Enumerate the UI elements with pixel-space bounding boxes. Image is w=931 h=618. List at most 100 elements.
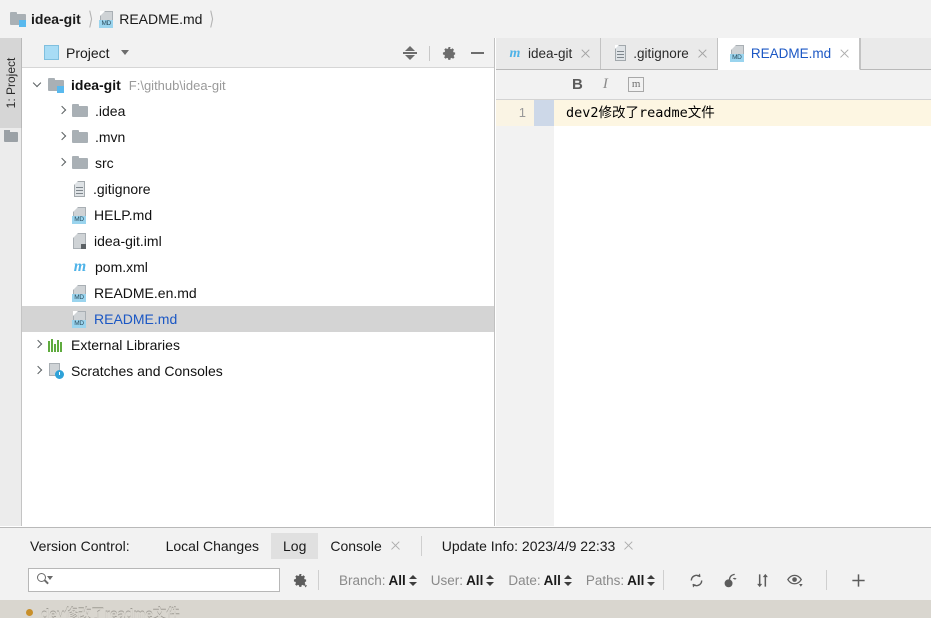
italic-button[interactable]: I bbox=[603, 76, 608, 93]
tree-row-label: pom.xml bbox=[95, 259, 148, 275]
tree-row-label: .idea bbox=[95, 103, 126, 119]
tab-label: Console bbox=[330, 537, 382, 554]
spinner-icon bbox=[408, 574, 417, 587]
filter-paths[interactable]: Paths: All bbox=[586, 573, 656, 588]
minimize-icon bbox=[470, 52, 484, 54]
filter-value: All bbox=[543, 572, 561, 588]
tool-window-button-project[interactable]: 1: Project bbox=[0, 38, 22, 128]
tree-row-label: README.md bbox=[94, 311, 178, 327]
tab-readme-md[interactable]: MD README.md bbox=[717, 38, 861, 70]
bold-button[interactable]: B bbox=[572, 76, 583, 93]
filter-label: Branch: bbox=[339, 572, 386, 588]
toolbar-divider bbox=[429, 45, 430, 61]
chevron-right-icon[interactable] bbox=[56, 157, 68, 169]
search-field[interactable] bbox=[57, 571, 279, 589]
filter-user[interactable]: User: All bbox=[431, 573, 495, 588]
tree-row-label: .mvn bbox=[95, 129, 126, 145]
tree-row-help-md[interactable]: MD HELP.md bbox=[22, 202, 494, 228]
tree-row-mvn[interactable]: .mvn bbox=[22, 124, 494, 150]
close-icon[interactable] bbox=[623, 540, 634, 551]
tab-local-changes[interactable]: Local Changes bbox=[154, 533, 271, 559]
tab-label: .gitignore bbox=[633, 46, 689, 61]
folder-icon bbox=[72, 156, 88, 170]
editor-text-area[interactable]: 1 dev2修改了readme文件 bbox=[496, 100, 931, 526]
tree-row-scratches-and-consoles[interactable]: Scratches and Consoles bbox=[22, 358, 494, 384]
tree-row-label: idea-git bbox=[71, 77, 121, 93]
tree-row-label: HELP.md bbox=[94, 207, 153, 223]
editor-tabs-empty-area bbox=[860, 38, 931, 69]
markdown-file-icon: MD bbox=[729, 45, 745, 62]
close-icon[interactable] bbox=[580, 48, 591, 59]
filter-label: Date: bbox=[508, 572, 541, 588]
log-settings-button[interactable] bbox=[290, 570, 310, 590]
project-settings-button[interactable] bbox=[436, 40, 462, 66]
commit-list-row[interactable]: dev修改了readme文件 bbox=[0, 600, 931, 618]
line-number: 1 bbox=[518, 105, 526, 120]
filter-label: Paths: bbox=[585, 572, 625, 588]
close-icon[interactable] bbox=[390, 540, 401, 551]
show-options-button[interactable] bbox=[785, 570, 805, 590]
project-panel-header: Project bbox=[22, 38, 494, 68]
search-icon bbox=[37, 573, 53, 587]
tool-window-label: 1: Project bbox=[3, 57, 18, 109]
chevron-down-icon[interactable] bbox=[32, 79, 44, 91]
refresh-button[interactable] bbox=[686, 570, 706, 590]
tab-log[interactable]: Log bbox=[271, 532, 319, 559]
cherry-pick-button[interactable] bbox=[719, 570, 739, 590]
breadcrumb-item-file[interactable]: MD README.md bbox=[99, 10, 203, 28]
breadcrumb-separator-icon: ⟩ bbox=[87, 8, 94, 30]
filter-date[interactable]: Date: All bbox=[508, 573, 572, 588]
folder-icon bbox=[4, 130, 18, 142]
gear-icon bbox=[293, 573, 307, 588]
filter-branch[interactable]: Branch: All bbox=[339, 573, 417, 588]
library-icon bbox=[48, 338, 64, 352]
intellisort-button[interactable] bbox=[752, 570, 772, 590]
chevron-right-icon[interactable] bbox=[32, 339, 44, 351]
markdown-file-icon: MD bbox=[99, 10, 114, 28]
breadcrumb: idea-git ⟩ MD README.md ⟩ bbox=[0, 0, 931, 38]
text-file-icon bbox=[613, 45, 627, 62]
filter-value: All bbox=[388, 572, 406, 588]
tab-gitignore[interactable]: .gitignore bbox=[601, 38, 718, 69]
project-tool-window: Project idea-git F:\github\idea-git .ide… bbox=[22, 38, 495, 526]
tree-row-idea-git[interactable]: idea-git F:\github\idea-git bbox=[22, 72, 494, 98]
breadcrumb-item-project[interactable]: idea-git bbox=[10, 11, 81, 27]
left-tool-strip: 1: Project bbox=[0, 38, 22, 526]
hide-panel-button[interactable] bbox=[464, 40, 490, 66]
chevron-right-icon[interactable] bbox=[56, 131, 68, 143]
tab-console[interactable]: Console bbox=[318, 533, 412, 559]
tree-row-readme-en-md[interactable]: MD README.en.md bbox=[22, 280, 494, 306]
search-input[interactable] bbox=[28, 568, 280, 592]
tree-row-src[interactable]: src bbox=[22, 150, 494, 176]
close-icon[interactable] bbox=[697, 48, 708, 59]
module-icon bbox=[10, 12, 26, 27]
tree-row-external-libraries[interactable]: External Libraries bbox=[22, 332, 494, 358]
collapse-all-button[interactable] bbox=[397, 40, 423, 66]
tree-row-label: .gitignore bbox=[93, 181, 151, 197]
tab-idea-git[interactable]: m idea-git bbox=[496, 38, 602, 69]
breadcrumb-label: idea-git bbox=[31, 11, 81, 27]
commit-dot-icon bbox=[26, 608, 33, 616]
scratches-icon bbox=[48, 363, 64, 379]
tree-row-readme-md[interactable]: MD README.md bbox=[22, 306, 494, 332]
chevron-right-icon[interactable] bbox=[32, 365, 44, 377]
tree-row-gitignore[interactable]: .gitignore bbox=[22, 176, 494, 202]
breadcrumb-label: README.md bbox=[119, 11, 203, 27]
maven-file-icon: m bbox=[73, 258, 87, 275]
chevron-right-icon[interactable] bbox=[56, 105, 68, 117]
editor-gutter bbox=[496, 100, 534, 526]
add-tab-button[interactable] bbox=[848, 570, 868, 590]
chevron-down-icon[interactable] bbox=[120, 50, 129, 55]
tree-row-pom-xml[interactable]: m pom.xml bbox=[22, 254, 494, 280]
version-control-label: Version Control: bbox=[30, 537, 130, 554]
text-file-icon bbox=[72, 180, 86, 198]
close-icon[interactable] bbox=[839, 48, 850, 59]
tab-update-info[interactable]: Update Info: 2023/4/9 22:33 bbox=[430, 533, 647, 559]
tree-row-iml[interactable]: idea-git.iml bbox=[22, 228, 494, 254]
markdown-file-icon: MD bbox=[72, 284, 87, 302]
tree-row-idea-folder[interactable]: .idea bbox=[22, 98, 494, 124]
version-control-tool-window: Version Control: Local Changes Log Conso… bbox=[0, 527, 931, 618]
toolbar-divider bbox=[663, 570, 665, 590]
code-button[interactable]: m bbox=[627, 77, 645, 92]
tab-label: README.md bbox=[750, 46, 832, 61]
